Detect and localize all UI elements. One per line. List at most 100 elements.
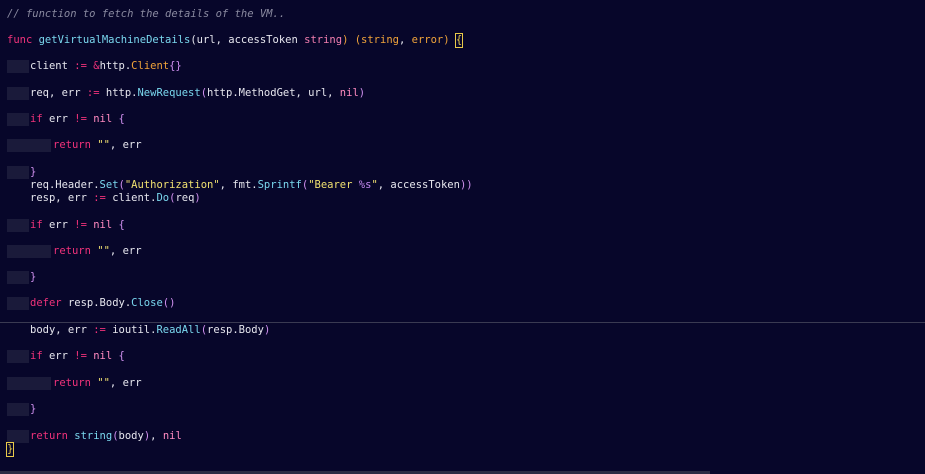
code-token-paren: {: [118, 113, 125, 125]
code-token-plain: req.Header.: [30, 179, 100, 191]
indent-guide: [7, 87, 29, 100]
code-line-return-err-3[interactable]: return "", err: [53, 377, 142, 390]
code-token-plain: , accessToken: [377, 179, 460, 191]
code-token-op: :=: [93, 324, 113, 336]
code-token-kw: return: [53, 245, 98, 257]
code-token-type2: string: [361, 34, 399, 46]
indent-guide: [7, 113, 29, 126]
code-line-if-err-1[interactable]: if err != nil {: [30, 113, 125, 126]
code-token-nil: nil: [162, 430, 182, 442]
code-line-client-do[interactable]: resp, err := client.Do(req): [30, 192, 201, 205]
code-line-close-brace-3[interactable]: }: [30, 403, 36, 416]
code-token-type2: ): [443, 34, 456, 46]
code-line-return-err-2[interactable]: return "", err: [53, 245, 142, 258]
code-token-op: !=: [74, 350, 94, 362]
matching-bracket: {: [454, 33, 464, 48]
code-token-str: "Bearer: [308, 179, 359, 191]
indent-guide: [7, 430, 29, 443]
code-line-return-err-1[interactable]: return "", err: [53, 139, 142, 152]
code-token-plain: http.MethodGet, url,: [207, 87, 340, 99]
code-token-paren: }: [30, 166, 37, 178]
code-token-plain: resp.Body.: [67, 297, 132, 309]
code-token-plain: body: [118, 430, 144, 442]
code-line-return-body[interactable]: return string(body), nil: [30, 430, 182, 443]
code-line-readall[interactable]: body, err := ioutil.ReadAll(resp.Body): [30, 324, 270, 337]
code-token-paren: (): [162, 297, 176, 309]
code-token-paren: ): [263, 324, 271, 336]
code-token-paren: ): [194, 192, 201, 204]
code-line-if-err-3[interactable]: if err != nil {: [30, 350, 125, 363]
code-token-plain: err: [48, 350, 75, 362]
code-token-plain: , err: [109, 245, 142, 257]
code-line-comment[interactable]: // function to fetch the details of the …: [7, 8, 285, 21]
code-token-plain: , err: [109, 377, 142, 389]
code-token-plain: req, err: [30, 87, 87, 99]
code-token-paren: ): [358, 87, 366, 99]
code-line-if-err-2[interactable]: if err != nil {: [30, 219, 125, 232]
code-line-defer[interactable]: defer resp.Body.Close(): [30, 297, 175, 310]
indent-guide: [7, 60, 29, 73]
code-token-type: string: [304, 34, 343, 46]
code-line-func-close[interactable]: }: [5, 442, 15, 457]
code-token-fn: Close: [131, 297, 163, 309]
code-token-plain: , fmt.: [219, 179, 258, 191]
code-line-header-set[interactable]: req.Header.Set("Authorization", fmt.Spri…: [30, 179, 473, 192]
code-editor[interactable]: // function to fetch the details of the …: [0, 0, 925, 474]
code-line-close-brace-1[interactable]: }: [30, 166, 36, 179]
code-token-plain: resp, err: [30, 192, 94, 204]
code-token-paren: {}: [169, 60, 182, 72]
code-token-op: :=: [86, 87, 106, 99]
code-token-fn: Sprintf: [257, 179, 302, 191]
indent-guide: [7, 271, 29, 284]
code-token-kw: if: [30, 350, 49, 362]
code-line-new-request[interactable]: req, err := http.NewRequest(http.MethodG…: [30, 87, 365, 100]
code-token-kw: return: [53, 377, 98, 389]
code-token-comment: // function to fetch the details of the …: [7, 8, 286, 20]
code-token-fn: getVirtualMachineDetails: [38, 34, 191, 46]
code-token-kw: defer: [30, 297, 68, 309]
code-token-op: !=: [74, 219, 94, 231]
code-token-plain: req: [175, 192, 195, 204]
indent-guide: [7, 245, 51, 258]
indent-guide: [7, 377, 51, 390]
code-token-str: "Authorization": [124, 179, 220, 191]
code-token-plain: resp.Body: [207, 324, 264, 336]
indent-guide: [7, 403, 29, 416]
code-token-op: := &: [74, 60, 100, 72]
code-token-plain: client.: [112, 192, 157, 204]
code-token-str: "": [97, 377, 110, 389]
code-token-fn: Set: [99, 179, 119, 191]
code-token-str: "": [97, 139, 110, 151]
cursor-line-highlight: [0, 310, 925, 323]
code-token-paren: }: [30, 271, 37, 283]
indent-guide: [7, 297, 29, 310]
code-token-fn: ReadAll: [156, 324, 201, 336]
code-token-plain: http.: [105, 87, 138, 99]
code-token-nil: nil: [93, 350, 119, 362]
code-token-fn: Do: [156, 192, 170, 204]
code-token-plain: body, err: [30, 324, 94, 336]
indent-guide: [7, 350, 29, 363]
code-line-client[interactable]: client := &http.Client{}: [30, 60, 182, 73]
code-token-kw: return: [30, 430, 75, 442]
code-token-type2: ) (: [342, 34, 362, 46]
code-token-paren: }: [30, 403, 37, 415]
code-token-fn: string: [74, 430, 113, 442]
indent-guide: [7, 166, 29, 179]
code-token-plain: err: [48, 113, 75, 125]
code-token-kw: if: [30, 113, 49, 125]
matching-bracket: }: [5, 442, 15, 457]
code-token-paren: )): [459, 179, 473, 191]
code-line-close-brace-2[interactable]: }: [30, 271, 36, 284]
code-token-type2: Client: [131, 60, 170, 72]
code-token-plain: , err: [109, 139, 142, 151]
code-token-plain: ,: [150, 430, 163, 442]
code-line-func-signature[interactable]: func getVirtualMachineDetails(url, acces…: [7, 33, 464, 48]
code-token-kw: func: [7, 34, 39, 46]
indent-guide: [7, 139, 51, 152]
code-token-paren: {: [118, 219, 125, 231]
code-token-nil: nil: [339, 87, 359, 99]
indent-guide: [7, 219, 29, 232]
code-token-fmt: %s: [358, 179, 372, 191]
code-token-fn: NewRequest: [137, 87, 201, 99]
